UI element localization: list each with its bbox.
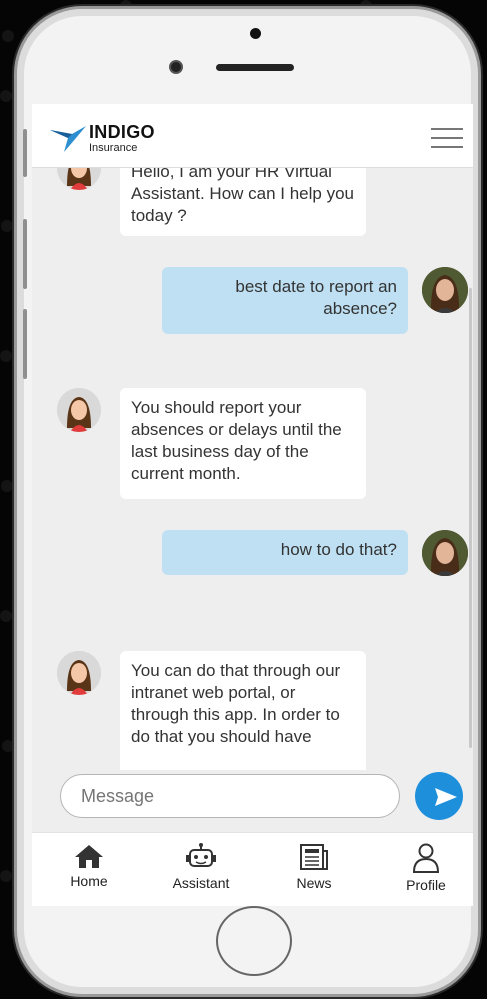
- user-avatar: [422, 267, 468, 313]
- bot-message: Hello, I am your HR Virtual Assistant. H…: [120, 168, 366, 236]
- bot-message: You can do that through our intranet web…: [120, 651, 366, 770]
- woman-avatar-icon: [57, 168, 101, 190]
- tab-label: Home: [70, 873, 108, 889]
- composer: [32, 770, 473, 832]
- user-message: best date to report an absence?: [162, 267, 408, 334]
- person-icon: [412, 843, 440, 873]
- volume-down-button: [23, 309, 27, 379]
- app-screen: INDIGO Insurance Hello, I am your HR Vir…: [32, 104, 473, 906]
- front-camera: [169, 60, 183, 74]
- bird-logo-icon: [50, 126, 86, 152]
- send-icon: [435, 788, 457, 806]
- woman-avatar-icon: [57, 651, 101, 695]
- robot-icon: [186, 843, 216, 867]
- bot-message: You should report your absences or delay…: [120, 388, 366, 499]
- home-icon: [75, 845, 103, 868]
- menu-icon[interactable]: [431, 128, 463, 148]
- tab-home[interactable]: Home: [39, 839, 139, 901]
- volume-up-button: [23, 219, 27, 289]
- user-photo-icon: [422, 267, 468, 313]
- user-message: how to do that?: [162, 530, 408, 575]
- proximity-sensor: [250, 28, 261, 39]
- earpiece-speaker: [216, 64, 294, 71]
- message-input[interactable]: [60, 774, 400, 818]
- phone-home-button[interactable]: [216, 906, 292, 976]
- tab-news[interactable]: News: [264, 839, 364, 901]
- tab-profile[interactable]: Profile: [376, 839, 473, 901]
- send-button[interactable]: [415, 772, 463, 820]
- bottom-tab-bar: Home Assistant News Profile: [32, 832, 473, 906]
- app-header: INDIGO Insurance: [32, 104, 473, 168]
- woman-avatar-icon: [57, 388, 101, 432]
- bot-avatar: [57, 168, 101, 190]
- tab-assistant[interactable]: Assistant: [151, 839, 251, 901]
- mute-switch: [23, 129, 27, 177]
- user-photo-icon: [422, 530, 468, 576]
- newspaper-icon: [300, 844, 328, 870]
- chat-thread[interactable]: Hello, I am your HR Virtual Assistant. H…: [32, 168, 473, 770]
- tab-label: Profile: [406, 877, 446, 893]
- tab-label: Assistant: [172, 875, 230, 891]
- tab-label: News: [296, 875, 332, 891]
- chat-scrollbar[interactable]: [469, 288, 472, 748]
- brand-name: INDIGO: [89, 122, 155, 142]
- user-avatar: [422, 530, 468, 576]
- bot-avatar: [57, 388, 101, 432]
- bot-avatar: [57, 651, 101, 695]
- brand-subtitle: Insurance: [89, 142, 138, 154]
